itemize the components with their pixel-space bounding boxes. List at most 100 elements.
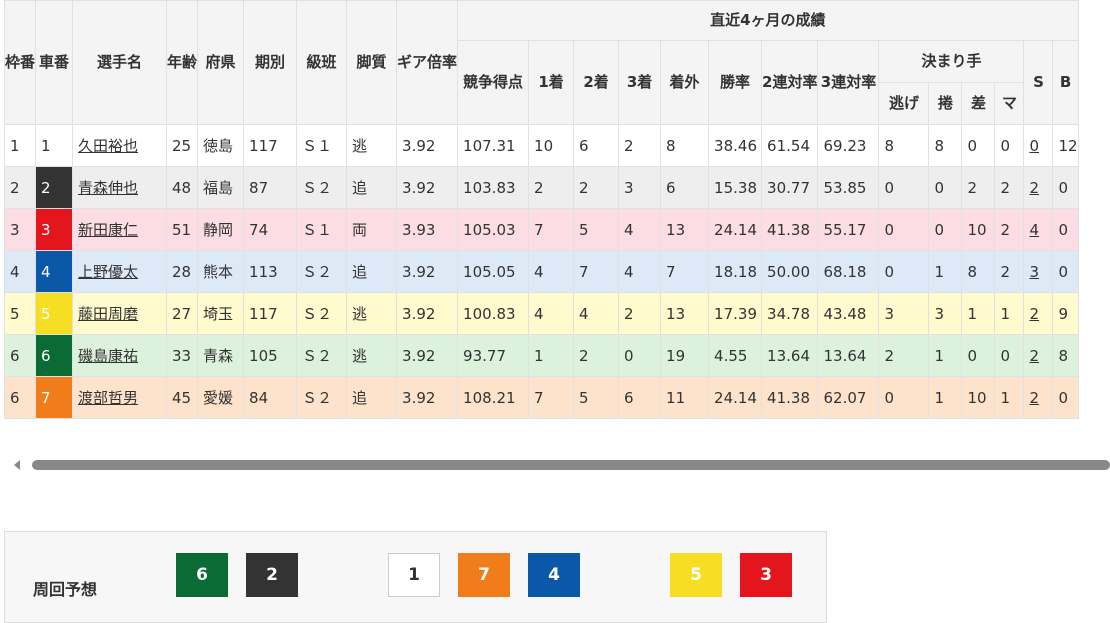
nige-cell: 8 <box>878 124 930 167</box>
gear-cell: 3.92 <box>396 376 459 419</box>
nige-cell: 0 <box>878 250 930 293</box>
horizontal-scrollbar[interactable] <box>0 445 1110 485</box>
car-cell: 2 <box>35 166 74 209</box>
header-makuri: 捲 <box>928 82 963 125</box>
b-cell: 0 <box>1052 250 1079 293</box>
forecast-car-box: 7 <box>458 553 510 597</box>
style-cell: 両 <box>346 208 398 251</box>
third-cell: 4 <box>618 208 662 251</box>
score-cell: 100.83 <box>457 292 530 335</box>
third-cell: 6 <box>618 376 662 419</box>
second-cell: 2 <box>573 166 620 209</box>
score-cell: 105.05 <box>457 250 530 293</box>
age-cell: 45 <box>166 376 199 419</box>
sashi-cell: 1 <box>961 292 996 335</box>
rate2-cell: 34.78 <box>761 292 819 335</box>
win-rate-cell: 24.14 <box>708 208 763 251</box>
triangle-left-icon[interactable] <box>14 460 20 470</box>
style-cell: 逃 <box>346 292 398 335</box>
s-cell[interactable]: 2 <box>1023 376 1054 419</box>
player-name-link[interactable]: 新田康仁 <box>78 221 138 239</box>
header-term: 期別 <box>243 0 298 125</box>
rate2-cell: 13.64 <box>761 334 819 377</box>
gear-cell: 3.93 <box>396 208 459 251</box>
header-b: B <box>1052 40 1079 125</box>
nige-cell: 3 <box>878 292 930 335</box>
header-win-rate: 勝率 <box>708 40 763 125</box>
win-rate-cell: 18.18 <box>708 250 763 293</box>
nige-cell: 0 <box>878 376 930 419</box>
player-name-link[interactable]: 青森伸也 <box>78 179 138 197</box>
score-cell: 105.03 <box>457 208 530 251</box>
style-cell: 追 <box>346 376 398 419</box>
makuri-cell: 3 <box>928 292 963 335</box>
waku-cell: 6 <box>3 334 37 377</box>
style-cell: 逃 <box>346 124 398 167</box>
s-cell[interactable]: 2 <box>1023 292 1054 335</box>
forecast-car-box: 4 <box>528 553 580 597</box>
nige-cell: 2 <box>878 334 930 377</box>
class-cell: Ｓ２ <box>296 334 348 377</box>
gear-cell: 3.92 <box>396 250 459 293</box>
header-gear: ギア倍率 <box>396 0 459 125</box>
out-cell: 7 <box>660 250 710 293</box>
pref-cell: 熊本 <box>197 250 245 293</box>
player-name-cell: 青森伸也 <box>72 166 168 209</box>
out-cell: 11 <box>660 376 710 419</box>
s-cell[interactable]: 2 <box>1023 166 1054 209</box>
win-rate-cell: 38.46 <box>708 124 763 167</box>
makuri-cell: 1 <box>928 334 963 377</box>
age-cell: 28 <box>166 250 199 293</box>
s-cell[interactable]: 0 <box>1023 124 1054 167</box>
ma-cell: 0 <box>994 334 1025 377</box>
sashi-cell: 2 <box>961 166 996 209</box>
term-cell: 87 <box>243 166 298 209</box>
second-cell: 4 <box>573 292 620 335</box>
lap-forecast: 周回予想 62 174 53 <box>4 531 827 623</box>
makuri-cell: 0 <box>928 208 963 251</box>
pref-cell: 徳島 <box>197 124 245 167</box>
header-out: 着外 <box>660 40 710 125</box>
pref-cell: 愛媛 <box>197 376 245 419</box>
first-cell: 2 <box>528 166 575 209</box>
sashi-cell: 10 <box>961 376 996 419</box>
table-row: 5 5 藤田周磨 27 埼玉 117 Ｓ２ 逃 3.92 100.83 4 4 2 13 17.39 34.7… <box>3 292 1079 335</box>
sashi-cell: 8 <box>961 250 996 293</box>
s-cell[interactable]: 4 <box>1023 208 1054 251</box>
s-cell[interactable]: 2 <box>1023 334 1054 377</box>
player-name-link[interactable]: 上野優太 <box>78 263 138 281</box>
header-second: 2着 <box>573 40 620 125</box>
rate3-cell: 53.85 <box>817 166 880 209</box>
header-ma: マ <box>994 82 1025 125</box>
first-cell: 1 <box>528 334 575 377</box>
term-cell: 74 <box>243 208 298 251</box>
b-cell: 8 <box>1052 334 1079 377</box>
age-cell: 25 <box>166 124 199 167</box>
age-cell: 51 <box>166 208 199 251</box>
player-name-link[interactable]: 久田裕也 <box>78 137 138 155</box>
b-cell: 0 <box>1052 166 1079 209</box>
s-cell[interactable]: 3 <box>1023 250 1054 293</box>
player-name-link[interactable]: 藤田周磨 <box>78 305 138 323</box>
player-name-link[interactable]: 渡部哲男 <box>78 389 138 407</box>
out-cell: 8 <box>660 124 710 167</box>
player-name-link[interactable]: 磯島康祐 <box>78 347 138 365</box>
header-style: 脚質 <box>346 0 398 125</box>
scroll-thumb[interactable] <box>32 460 1110 470</box>
header-class: 級班 <box>296 0 348 125</box>
class-cell: Ｓ２ <box>296 376 348 419</box>
pref-cell: 静岡 <box>197 208 245 251</box>
win-rate-cell: 4.55 <box>708 334 763 377</box>
car-cell: 3 <box>35 208 74 251</box>
ma-cell: 2 <box>994 208 1025 251</box>
table-row: 6 6 磯島康祐 33 青森 105 Ｓ２ 逃 3.92 93.77 1 2 0 19 4.55 13.64 1… <box>3 334 1079 377</box>
rate3-cell: 55.17 <box>817 208 880 251</box>
makuri-cell: 0 <box>928 166 963 209</box>
header-recent: 直近4ヶ月の成績 <box>457 0 1079 41</box>
sashi-cell: 0 <box>961 124 996 167</box>
header-rate3: 3連対率 <box>817 40 880 125</box>
pref-cell: 埼玉 <box>197 292 245 335</box>
player-name-cell: 渡部哲男 <box>72 376 168 419</box>
header-sashi: 差 <box>961 82 996 125</box>
rate2-cell: 50.00 <box>761 250 819 293</box>
